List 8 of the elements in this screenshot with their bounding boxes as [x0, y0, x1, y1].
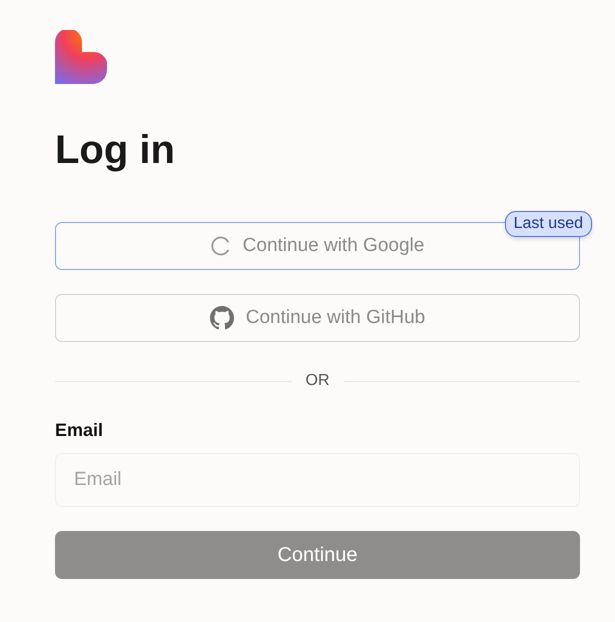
last-used-badge: Last used	[504, 211, 592, 237]
page-title: Log in	[55, 130, 176, 170]
github-icon	[210, 306, 234, 330]
logo-icon	[55, 30, 107, 84]
field-label: Email	[55, 420, 104, 441]
spinner-icon	[210, 236, 231, 256]
divider-label: OR	[306, 372, 330, 390]
email-field[interactable]: Email	[55, 453, 580, 507]
